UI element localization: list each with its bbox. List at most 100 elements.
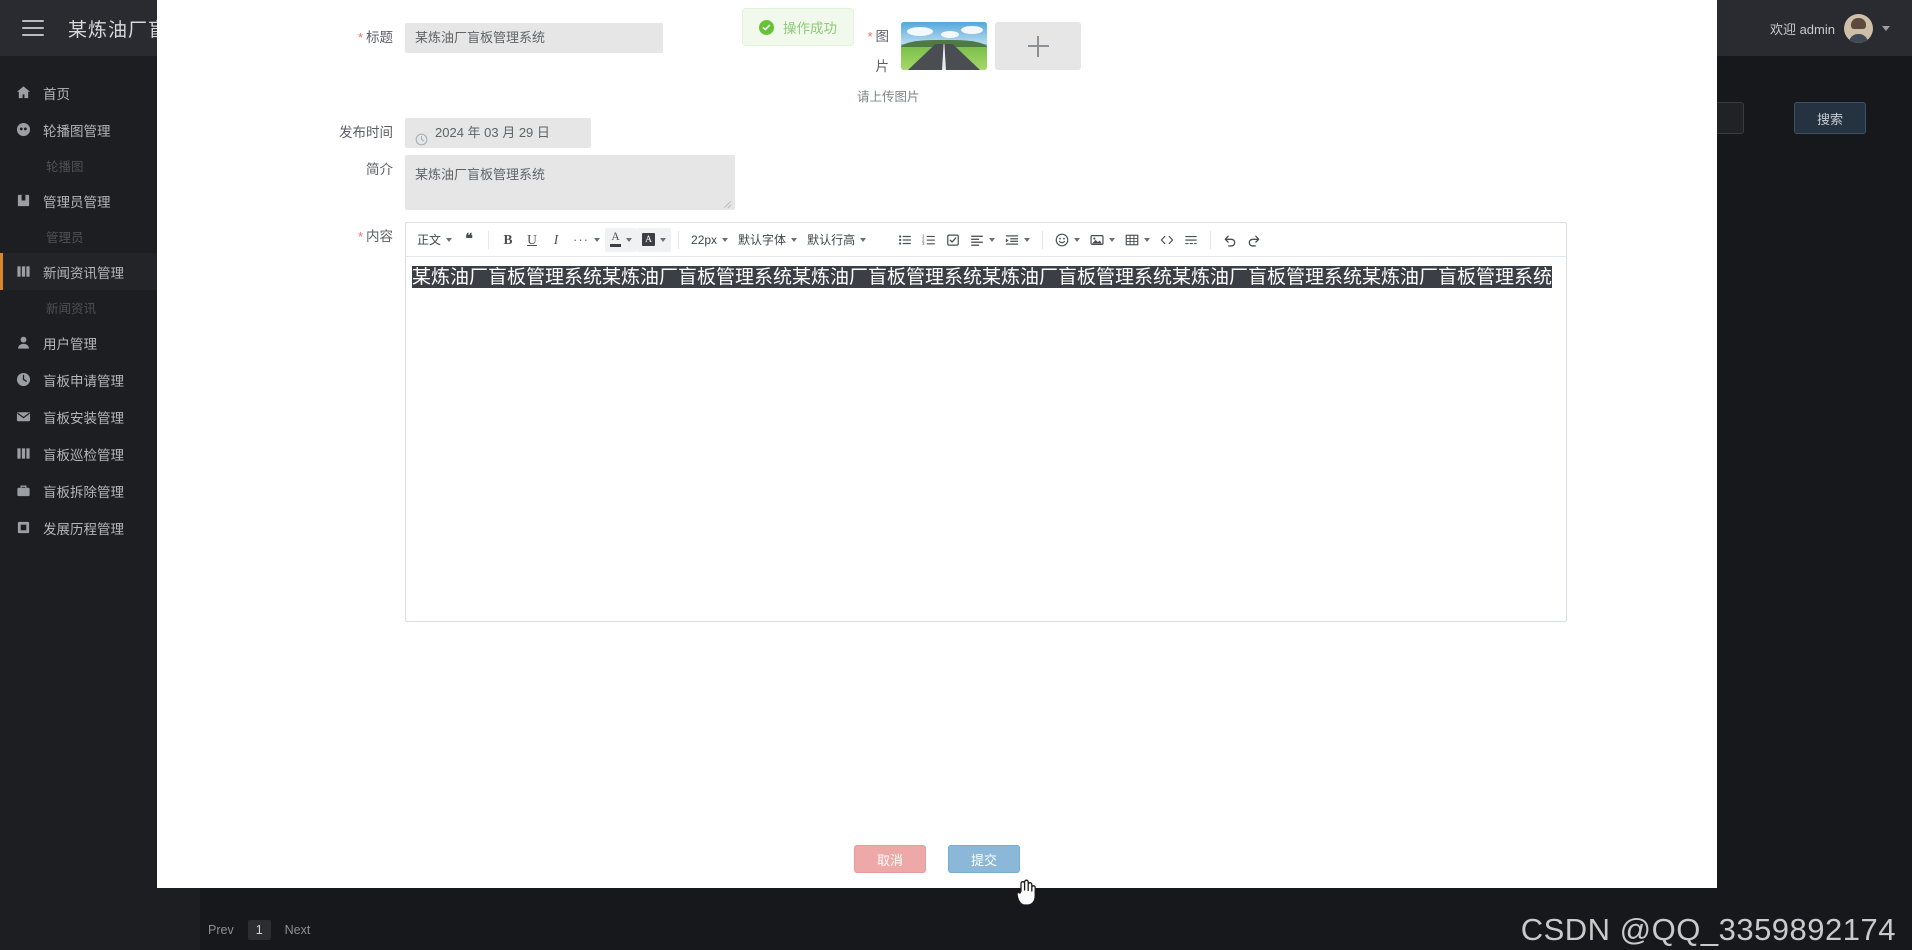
code-block-button[interactable] (1155, 228, 1179, 252)
publish-time-value: 2024 年 03 月 29 日 (435, 125, 550, 140)
submit-button[interactable]: 提交 (948, 845, 1020, 873)
success-toast: 操作成功 (742, 8, 854, 46)
news-icon (16, 264, 31, 279)
insert-image-button[interactable] (1085, 228, 1120, 252)
chevron-down-icon[interactable] (1024, 237, 1031, 242)
table-icon (1125, 233, 1139, 247)
watermark: CSDN @QQ_3359892174 (1520, 912, 1896, 947)
pagination-prev[interactable]: Prev (200, 920, 242, 940)
bullet-list-button[interactable] (893, 228, 917, 252)
undo-icon (1223, 233, 1237, 247)
toolbar-group6 (1218, 228, 1266, 252)
todo-list-button[interactable] (941, 228, 965, 252)
pagination-next[interactable]: Next (277, 920, 319, 940)
indent-button[interactable] (1000, 228, 1035, 252)
blockquote-button[interactable]: ❝ (457, 228, 481, 252)
smiley-icon (1055, 233, 1069, 247)
field-content: 内容 正文 ❝ BUI ··· A A 22px 默认字体 默认行高 123 某炼油厂盲板管理系统… (327, 222, 1567, 622)
indent-icon (1005, 233, 1019, 247)
book-icon (16, 193, 31, 208)
mail-icon (16, 409, 31, 424)
font-size-select-label: 22px (691, 232, 718, 247)
success-check-icon (759, 19, 774, 35)
field-image: 图片 (857, 22, 1081, 82)
pagination-page-1[interactable]: 1 (247, 920, 271, 940)
ordered-list-icon: 123 (922, 233, 936, 247)
undo-button[interactable] (1218, 228, 1242, 252)
chevron-down-icon[interactable] (446, 237, 453, 242)
highlight-color-button[interactable]: A (637, 227, 672, 252)
bold-icon: B (503, 231, 513, 247)
upload-add-wrapper (995, 22, 1081, 70)
chevron-down-icon[interactable] (989, 237, 996, 242)
toolbar-separator (488, 230, 490, 249)
toolbar-group3: 22px 默认字体 默认行高 (686, 228, 871, 252)
italic-button[interactable]: I (544, 228, 568, 252)
publish-time-input[interactable]: 2024 年 03 月 29 日 (405, 118, 591, 148)
toast-message: 操作成功 (783, 21, 837, 36)
editor-body[interactable]: 某炼油厂盲板管理系统某炼油厂盲板管理系统某炼油厂盲板管理系统某炼油厂盲板管理系统… (406, 257, 1566, 621)
field-title: 标题 某炼油厂盲板管理系统 (327, 23, 663, 53)
publish-time-label: 发布时间 (339, 125, 393, 140)
font-family-select-label: 默认字体 (738, 233, 787, 247)
text-color-button[interactable]: A (605, 227, 638, 252)
chevron-down-icon[interactable] (791, 237, 798, 242)
chevron-down-icon[interactable] (860, 237, 867, 242)
cloud-shape (941, 31, 959, 38)
divider-button[interactable] (1179, 228, 1203, 252)
chevron-down-icon[interactable] (722, 237, 729, 242)
more-format-button[interactable]: ··· (568, 228, 605, 252)
editor-toolbar: 正文 ❝ B U I ··· A A 22px 默认字体 默认行高 1 2 3 (406, 223, 1566, 257)
bold-button[interactable]: B (496, 228, 520, 252)
font-size-select[interactable]: 22px (686, 228, 733, 252)
underline-icon: U (527, 231, 537, 247)
dialog-actions: 取消 提交 (157, 845, 1717, 873)
news-icon (16, 446, 31, 461)
chevron-down-icon[interactable] (626, 237, 633, 242)
italic-icon: I (553, 231, 559, 247)
align-left-icon (970, 233, 984, 247)
toolbar-group1: 正文 ❝ (412, 228, 481, 252)
redo-icon (1247, 233, 1261, 247)
title-label: 标题 (327, 23, 405, 53)
avatar[interactable] (1844, 13, 1873, 43)
intro-textarea[interactable]: 某炼油厂盲板管理系统 (405, 155, 735, 210)
plus-icon[interactable] (995, 22, 1081, 70)
road-landscape-thumbnail[interactable] (901, 22, 987, 70)
redo-button[interactable] (1242, 228, 1266, 252)
bullet-list-icon (898, 233, 912, 247)
text-color-icon: A (610, 232, 622, 247)
insert-table-button[interactable] (1120, 228, 1155, 252)
screen: 某炼油厂盲板 欢迎 admin 首页 轮播图管理 轮播图 管理员管理 管理员 新闻资讯管理… (0, 0, 1912, 950)
chevron-down-icon[interactable] (660, 237, 667, 242)
home-icon (16, 85, 31, 100)
globe-icon (16, 122, 31, 137)
align-button[interactable] (965, 228, 1000, 252)
search-button[interactable]: 搜索 (1794, 102, 1866, 134)
chevron-down-icon[interactable] (1882, 25, 1890, 31)
emoji-button[interactable] (1050, 228, 1085, 252)
image-icon (1090, 233, 1104, 247)
image-label: 图片 (857, 22, 901, 82)
cancel-button[interactable]: 取消 (854, 845, 926, 873)
underline-button[interactable]: U (520, 228, 544, 252)
title-input[interactable]: 某炼油厂盲板管理系统 (405, 23, 663, 53)
welcome-text: 欢迎 admin (1769, 21, 1835, 37)
ordered-list-button[interactable]: 123 (917, 228, 941, 252)
paragraph-style-select[interactable]: 正文 (412, 228, 457, 252)
chevron-down-icon[interactable] (594, 237, 601, 242)
intro-textarea-wrapper: 某炼油厂盲板管理系统 (405, 155, 735, 210)
image-hint: 请上传图片 (857, 90, 920, 104)
user-icon (16, 335, 31, 350)
horizontal-rule-icon (1184, 233, 1198, 247)
chevron-down-icon[interactable] (1144, 237, 1151, 242)
toolbar-separator (1210, 230, 1212, 249)
line-height-select[interactable]: 默认行高 (802, 228, 871, 252)
ellipsis-icon: ··· (573, 232, 590, 247)
copy-icon (16, 520, 31, 535)
chevron-down-icon[interactable] (1074, 237, 1081, 242)
chevron-down-icon[interactable] (1109, 237, 1116, 242)
hamburger-icon[interactable] (22, 20, 44, 36)
header-user-area[interactable]: 欢迎 admin (1770, 0, 1890, 56)
font-family-select[interactable]: 默认字体 (733, 228, 802, 252)
